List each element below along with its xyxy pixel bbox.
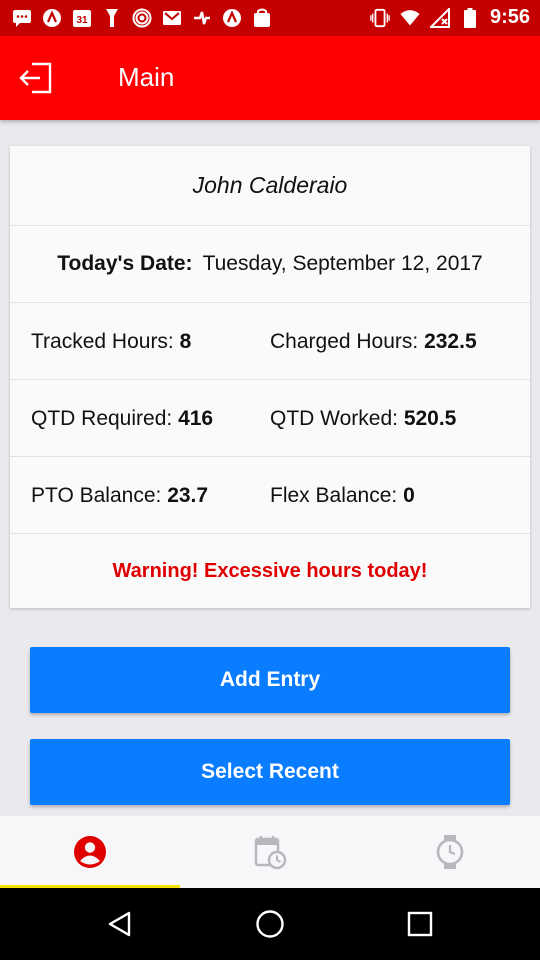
- recents-square-icon: [407, 911, 433, 937]
- pto-balance: PTO Balance: 23.7: [31, 484, 208, 508]
- qtd-worked-value: 520.5: [403, 407, 457, 430]
- add-entry-button[interactable]: Add Entry: [30, 647, 510, 713]
- system-icons: 9:56: [370, 6, 530, 29]
- pto-balance-value: 23.7: [167, 484, 209, 507]
- qtd-required-value: 416: [178, 407, 214, 430]
- app-bar: Main: [0, 36, 540, 120]
- name-row: John Calderaio: [10, 146, 530, 226]
- tab-profile[interactable]: [0, 816, 180, 888]
- bag-icon: [252, 8, 272, 28]
- pto-balance-label: PTO Balance:: [31, 484, 168, 507]
- flex-balance-label: Flex Balance:: [270, 484, 404, 507]
- status-time: 9:56: [489, 6, 530, 28]
- charged-hours-value: 232.5: [424, 330, 477, 353]
- calendar-clock-icon: [254, 836, 287, 870]
- tracked-hours: Tracked Hours: 8: [31, 330, 191, 354]
- wrench-icon: [192, 8, 212, 28]
- date-label: Today's Date:: [57, 252, 193, 275]
- nav-recents-button[interactable]: [400, 904, 440, 944]
- wifi-icon: [400, 8, 420, 28]
- balance-row: PTO Balance: 23.7 Flex Balance: 0: [10, 457, 530, 534]
- qtd-row: QTD Required: 416 QTD Worked: 520.5: [10, 380, 530, 457]
- wifi-hotspot-icon: [132, 8, 152, 28]
- account-icon: [74, 836, 106, 868]
- logout-button[interactable]: [18, 60, 54, 96]
- todays-date: Today's Date: Tuesday, September 12, 2017: [10, 252, 530, 276]
- nav-home-button[interactable]: [250, 904, 290, 944]
- logout-icon: [19, 62, 52, 94]
- app-icon: [222, 8, 242, 28]
- calendar-icon: 31: [72, 8, 92, 28]
- stopwatch-icon: [436, 835, 464, 869]
- no-signal-icon: [429, 7, 450, 28]
- employee-name: John Calderaio: [192, 172, 348, 198]
- qtd-worked: QTD Worked: 520.5: [270, 407, 456, 431]
- nav-back-button[interactable]: [100, 904, 140, 944]
- app-icon: [42, 8, 62, 28]
- tab-timer[interactable]: [360, 816, 540, 888]
- svg-text:31: 31: [76, 15, 88, 26]
- page-title: Main: [118, 62, 175, 92]
- vibrate-icon: [370, 8, 390, 28]
- battery-icon: [460, 7, 480, 28]
- summary-card: John Calderaio Today's Date: Tuesday, Sep…: [10, 146, 530, 608]
- system-nav-bar: [0, 888, 540, 960]
- flex-balance: Flex Balance: 0: [270, 484, 415, 508]
- qtd-required-label: QTD Required:: [31, 407, 179, 430]
- hours-row: Tracked Hours: 8 Charged Hours: 232.5: [10, 303, 530, 380]
- select-recent-button[interactable]: Select Recent: [30, 739, 510, 805]
- flex-balance-value: 0: [403, 484, 415, 507]
- tracked-hours-label: Tracked Hours:: [31, 330, 180, 353]
- tab-bar: [0, 816, 540, 888]
- messages-icon: [12, 8, 32, 28]
- charged-hours-label: Charged Hours:: [270, 330, 425, 353]
- status-bar: 31 9:56: [0, 0, 540, 36]
- back-triangle-icon: [108, 911, 131, 937]
- qtd-worked-label: QTD Worked:: [270, 407, 404, 430]
- warning-row: Warning! Excessive hours today!: [10, 534, 530, 608]
- tab-calendar[interactable]: [180, 816, 360, 888]
- warning-message: Warning! Excessive hours today!: [112, 560, 428, 582]
- tools-icon: [102, 8, 122, 28]
- date-row: Today's Date: Tuesday, September 12, 2017: [10, 226, 530, 303]
- home-circle-icon: [256, 910, 284, 938]
- qtd-required: QTD Required: 416: [31, 407, 213, 431]
- notification-icons: 31: [12, 8, 272, 28]
- charged-hours: Charged Hours: 232.5: [270, 330, 477, 354]
- tracked-hours-value: 8: [179, 330, 192, 353]
- date-value: Tuesday, September 12, 2017: [202, 252, 483, 275]
- mail-icon: [162, 8, 182, 28]
